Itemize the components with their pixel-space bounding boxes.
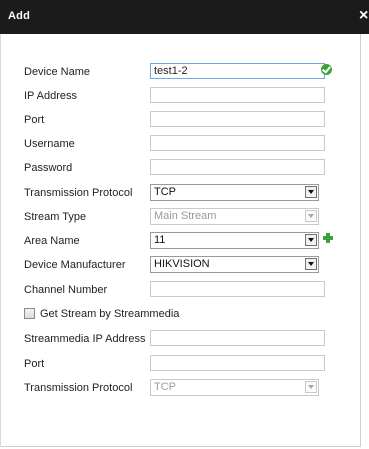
chevron-down-icon[interactable] (305, 381, 317, 393)
row-device-name: Device Name test1-2 (1, 63, 360, 81)
device-manufacturer-select[interactable]: HIKVISION (150, 256, 319, 273)
streammedia-port-label: Port (24, 358, 45, 370)
device-manufacturer-label: Device Manufacturer (24, 259, 126, 271)
row-username: Username (1, 135, 360, 153)
streammedia-protocol-select[interactable]: TCP (150, 379, 319, 396)
username-label: Username (24, 138, 75, 150)
area-name-select[interactable]: 11 (150, 232, 319, 249)
streammedia-port-input[interactable] (150, 355, 325, 371)
transmission-protocol-select[interactable]: TCP (150, 184, 319, 201)
chevron-down-icon[interactable] (305, 210, 317, 222)
device-manufacturer-value: HIKVISION (154, 258, 210, 270)
username-input[interactable] (150, 135, 325, 151)
stream-type-label: Stream Type (24, 211, 87, 223)
transmission-protocol-value: TCP (154, 186, 176, 198)
ip-address-input[interactable] (150, 87, 325, 103)
get-stream-checkbox[interactable] (24, 308, 35, 319)
row-area-name: Area Name 11 (1, 232, 360, 250)
stream-type-value: Main Stream (154, 210, 217, 222)
row-transmission-protocol: Transmission Protocol TCP (1, 184, 360, 202)
row-get-stream: Get Stream by Streammedia (1, 305, 360, 323)
dialog-content: Device Name test1-2 IP Address Port User… (0, 34, 361, 447)
chevron-down-icon[interactable] (305, 234, 317, 246)
dialog-titlebar: Add × (0, 0, 369, 34)
check-circle-icon (321, 64, 332, 75)
close-icon[interactable]: × (359, 7, 369, 25)
add-device-dialog: Add × Device Name test1-2 IP Address Por… (0, 0, 369, 449)
password-input[interactable] (150, 159, 325, 175)
row-stream-type: Stream Type Main Stream (1, 208, 360, 226)
row-device-manufacturer: Device Manufacturer HIKVISION (1, 256, 360, 274)
plus-icon[interactable] (323, 233, 333, 243)
area-name-label: Area Name (24, 235, 80, 247)
area-name-value: 11 (154, 234, 166, 246)
password-label: Password (24, 162, 73, 174)
device-name-input[interactable]: test1-2 (150, 63, 325, 79)
row-port: Port (1, 111, 360, 129)
ip-address-label: IP Address (24, 90, 77, 102)
transmission-protocol-label: Transmission Protocol (24, 187, 133, 199)
row-password: Password (1, 159, 360, 177)
streammedia-ip-input[interactable] (150, 330, 325, 346)
dialog-title: Add (8, 10, 30, 22)
chevron-down-icon[interactable] (305, 186, 317, 198)
row-streammedia-ip: Streammedia IP Address (1, 330, 360, 348)
channel-number-label: Channel Number (24, 284, 108, 296)
row-streammedia-port: Port (1, 355, 360, 373)
port-input[interactable] (150, 111, 325, 127)
row-ip-address: IP Address (1, 87, 360, 105)
chevron-down-icon[interactable] (305, 258, 317, 270)
row-streammedia-protocol: Transmission Protocol TCP (1, 379, 360, 397)
port-label: Port (24, 114, 45, 126)
streammedia-ip-label: Streammedia IP Address (24, 333, 146, 345)
channel-number-input[interactable] (150, 281, 325, 297)
row-channel-number: Channel Number (1, 281, 360, 299)
device-name-label: Device Name (24, 66, 91, 78)
stream-type-select[interactable]: Main Stream (150, 208, 319, 225)
streammedia-protocol-label: Transmission Protocol (24, 382, 133, 394)
get-stream-label: Get Stream by Streammedia (40, 308, 180, 320)
streammedia-protocol-value: TCP (154, 381, 176, 393)
